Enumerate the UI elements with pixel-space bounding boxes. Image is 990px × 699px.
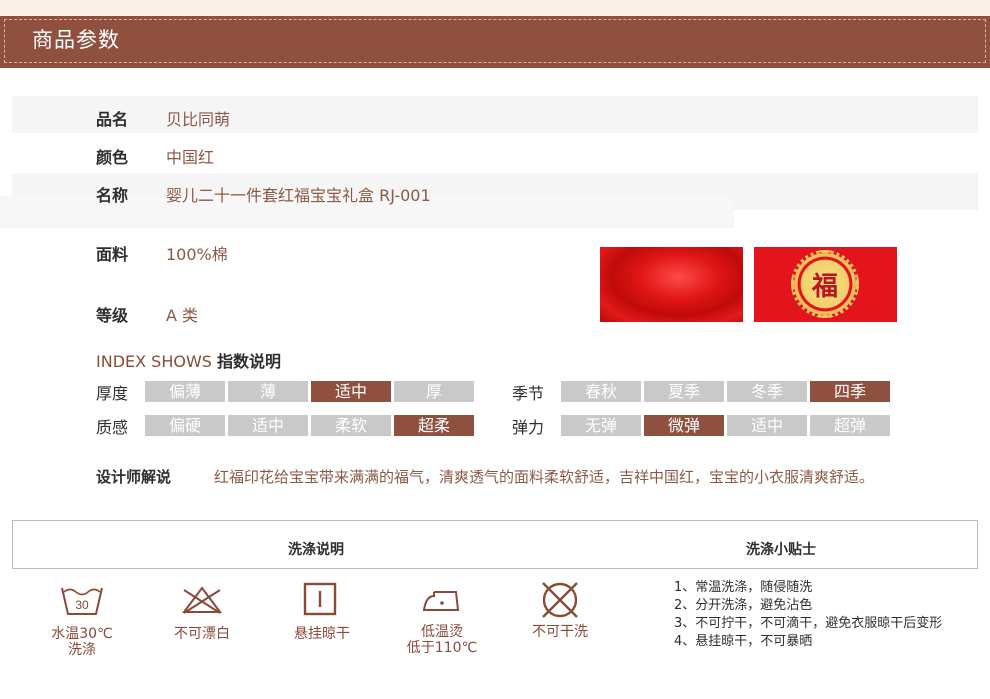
wash-30-icon: 30 xyxy=(61,587,103,615)
param-label-name: 品名 xyxy=(96,110,129,129)
scale-option: 适中 xyxy=(727,415,807,436)
wash-instructions-title: 洗涤说明 xyxy=(288,542,344,558)
low-iron-label-line1: 低温烫 xyxy=(421,624,463,640)
scale-option: 柔软 xyxy=(311,415,391,436)
scale-label: 厚度 xyxy=(96,384,129,403)
designer-text: 红福印花给宝宝带来满满的福气，清爽透气的面料柔软舒适，吉祥中国红，宝宝的小衣服清… xyxy=(214,468,875,486)
scale-option: 薄 xyxy=(228,381,308,402)
wash-tip: 1、常温洗涤，随侵随洗 xyxy=(674,580,813,595)
header-dashed-frame xyxy=(4,19,986,63)
scale-option: 适中 xyxy=(228,415,308,436)
top-strip xyxy=(0,0,990,16)
low-iron-label: 低温烫 低于110℃ xyxy=(392,624,492,656)
scale-option-selected: 微弹 xyxy=(644,415,724,436)
scale-option: 偏薄 xyxy=(145,381,225,402)
index-title-cn: 指数说明 xyxy=(217,352,282,371)
scale-option: 无弹 xyxy=(561,415,641,436)
wash-30-label-line2: 洗涤 xyxy=(68,642,96,658)
fu-print-swatch-image: 福 xyxy=(754,247,897,322)
section-title: 商品参数 xyxy=(32,28,120,52)
wash-tip: 4、悬挂晾干，不可暴晒 xyxy=(674,634,813,649)
param-row-bg xyxy=(12,96,978,133)
scale-option: 夏季 xyxy=(644,381,724,402)
param-label-color: 颜色 xyxy=(96,148,129,167)
scale-option: 偏硬 xyxy=(145,415,225,436)
param-label-grade: 等级 xyxy=(96,306,129,325)
scale-option: 冬季 xyxy=(727,381,807,402)
wash-temp-text: 30 xyxy=(75,598,89,612)
param-value-color: 中国红 xyxy=(166,148,215,167)
wash-tip: 2、分开洗涤，避免沾色 xyxy=(674,598,813,613)
hang-dry-icon xyxy=(303,582,337,616)
scale-option-selected: 超柔 xyxy=(394,415,474,436)
no-bleach-label: 不可漂白 xyxy=(174,626,230,642)
wash-header-box xyxy=(12,520,978,569)
scale-option-selected: 四季 xyxy=(810,381,890,402)
fu-character: 福 xyxy=(811,272,838,302)
scale-label: 质感 xyxy=(96,418,129,437)
scale-option: 超弹 xyxy=(810,415,890,436)
scale-label: 弹力 xyxy=(512,418,545,437)
no-dry-clean-icon xyxy=(542,582,578,618)
section-header: 商品参数 xyxy=(0,16,990,68)
scale-option-selected: 适中 xyxy=(311,381,391,402)
index-title-en: INDEX SHOWS xyxy=(96,352,212,371)
fu-medallion-icon: 福 xyxy=(791,250,859,318)
wash-tip: 3、不可拧干，不可滴干，避免衣服晾干后变形 xyxy=(674,616,943,631)
wash-30-label-line1: 水温30℃ xyxy=(51,626,113,642)
designer-label: 设计师解说 xyxy=(96,468,172,486)
low-iron-label-line2: 低于110℃ xyxy=(406,640,478,656)
no-dry-clean-label: 不可干洗 xyxy=(532,624,588,640)
wash-30-label: 水温30℃ 洗涤 xyxy=(32,626,132,658)
param-label-fabric: 面料 xyxy=(96,245,129,264)
index-title: INDEX SHOWS 指数说明 xyxy=(96,348,281,372)
param-value-title: 婴儿二十一件套红福宝宝礼盒 RJ-001 xyxy=(166,186,431,205)
hang-dry-label: 悬挂晾干 xyxy=(294,626,350,642)
param-value-name: 贝比同萌 xyxy=(166,110,231,129)
param-label-title: 名称 xyxy=(96,186,129,205)
scale-label: 季节 xyxy=(512,384,545,403)
param-value-grade: A 类 xyxy=(166,306,199,325)
scale-option: 春秋 xyxy=(561,381,641,402)
wash-tips-list: 1、常温洗涤，随侵随洗 2、分开洗涤，避免沾色 3、不可拧干，不可滴干，避免衣服… xyxy=(674,579,942,651)
no-bleach-icon xyxy=(182,586,222,614)
wash-tips-title: 洗涤小贴士 xyxy=(746,542,816,558)
fabric-swatch-image xyxy=(600,247,743,322)
scale-option: 厚 xyxy=(394,381,474,402)
param-value-fabric: 100%棉 xyxy=(166,245,228,264)
low-iron-icon xyxy=(422,591,460,611)
